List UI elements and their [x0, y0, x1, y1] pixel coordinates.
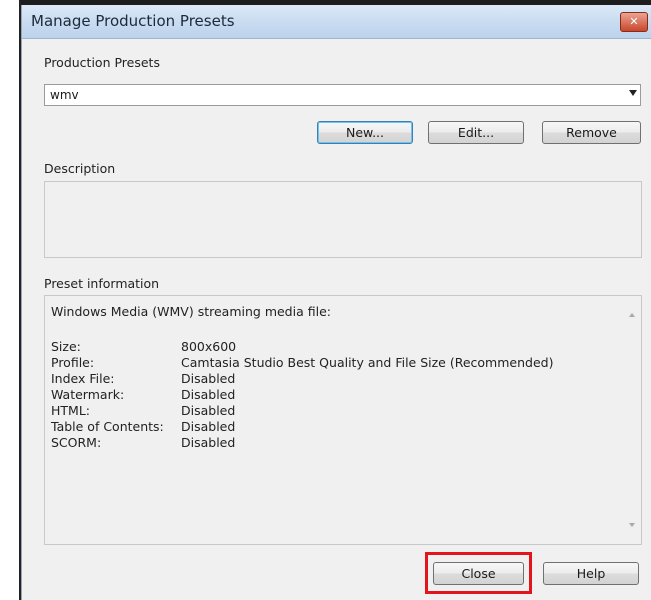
info-key-scorm: SCORM: — [51, 435, 102, 450]
manage-presets-dialog: Manage Production Presets ✕ Production P… — [21, 5, 651, 600]
info-value-html: Disabled — [181, 403, 236, 418]
presets-selected-value: wmv — [50, 88, 79, 102]
info-value-table-of-contents: Disabled — [181, 419, 236, 434]
scroll-up-icon[interactable] — [629, 313, 635, 317]
info-key-profile: Profile: — [51, 355, 95, 370]
info-key-table-of-contents: Table of Contents: — [51, 419, 164, 434]
scroll-down-icon[interactable] — [629, 523, 635, 527]
help-button[interactable]: Help — [543, 562, 639, 585]
info-value-size: 800x600 — [181, 339, 237, 354]
info-key-html: HTML: — [51, 403, 90, 418]
info-value-profile: Camtasia Studio Best Quality and File Si… — [181, 355, 554, 370]
info-key-index-file: Index File: — [51, 371, 115, 386]
presets-dropdown[interactable]: wmv — [44, 84, 641, 106]
info-key-watermark: Watermark: — [51, 387, 125, 402]
chevron-down-icon — [629, 90, 637, 96]
title-bar: Manage Production Presets ✕ — [22, 5, 651, 39]
new-button[interactable]: New... — [317, 121, 413, 144]
preset-info-box[interactable]: Windows Media (WMV) streaming media file… — [44, 295, 642, 545]
info-value-index-file: Disabled — [181, 371, 236, 386]
info-scrollbar[interactable] — [623, 296, 641, 544]
window-title: Manage Production Presets — [31, 12, 235, 30]
preset-info-heading: Windows Media (WMV) streaming media file… — [51, 304, 331, 319]
window-close-button[interactable]: ✕ — [620, 12, 648, 32]
info-value-watermark: Disabled — [181, 387, 236, 402]
presets-label: Production Presets — [44, 55, 160, 70]
left-border-panel — [0, 0, 21, 600]
description-field[interactable] — [44, 181, 642, 258]
description-label: Description — [44, 161, 116, 176]
info-key-size: Size: — [51, 339, 81, 354]
remove-button[interactable]: Remove — [542, 121, 641, 144]
close-icon: ✕ — [629, 15, 639, 28]
preset-info-label: Preset information — [44, 276, 160, 291]
edit-button[interactable]: Edit... — [428, 121, 524, 144]
close-button-highlight — [425, 552, 532, 594]
info-value-scorm: Disabled — [181, 435, 236, 450]
